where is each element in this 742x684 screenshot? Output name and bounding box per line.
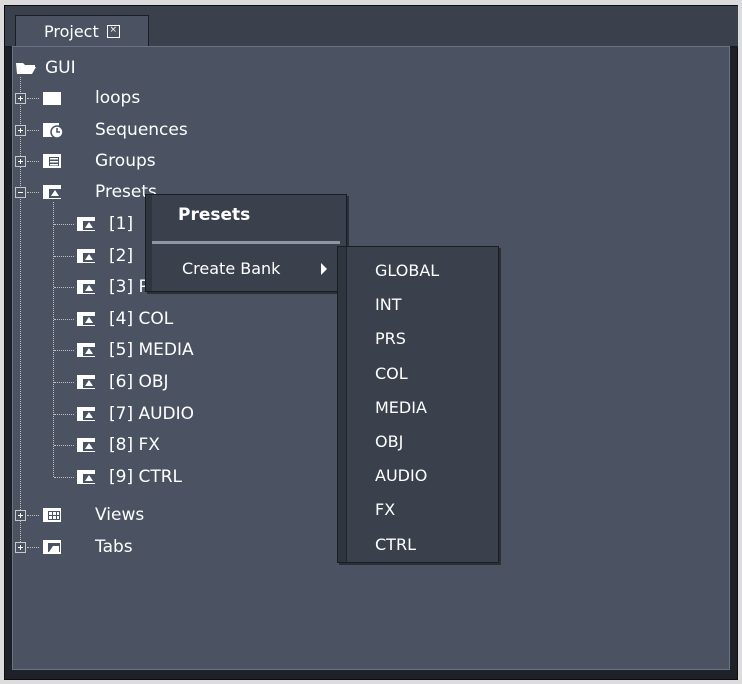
tree-guide [53,202,54,477]
tree-item-sequences[interactable]: Sequences [95,120,188,140]
tree-guide [54,477,74,478]
tab-project[interactable]: Project × [15,15,149,46]
folder-open-icon [16,63,36,74]
submenu-item-audio[interactable]: AUDIO [375,466,427,485]
tree-item-groups[interactable]: Groups [95,151,156,171]
tree-root-gui[interactable]: GUI [15,54,76,82]
tree-guide [54,287,74,288]
context-menu-title: Presets [178,205,251,225]
context-menu: Presets Create Bank [145,194,347,292]
tab-bar: Project × [5,6,738,48]
groups-folder-icon [43,154,61,168]
submenu-item-prs[interactable]: PRS [375,329,406,348]
submenu-item-media[interactable]: MEDIA [375,398,427,417]
preset-icon [77,343,95,357]
submenu-item-col[interactable]: COL [375,364,408,383]
preset-icon [77,249,95,263]
tree-item-preset[interactable]: [2] [109,246,133,266]
expand-sequences[interactable] [15,125,26,136]
preset-icon [77,470,95,484]
preset-icon [77,280,95,294]
tree-item-preset[interactable]: [9] CTRL [109,467,182,487]
expand-loops[interactable] [15,93,26,104]
tree-guide [54,350,74,351]
tree-guide [27,130,39,131]
folder-icon [43,92,61,105]
tree-guide [54,445,74,446]
submenu-item-fx[interactable]: FX [375,500,395,519]
submenu-item-int[interactable]: INT [375,295,401,314]
preset-icon [77,438,95,452]
tabs-folder-icon [43,540,61,554]
preset-icon [77,375,95,389]
tree-item-tabs[interactable]: Tabs [95,537,133,557]
tree-guide [20,77,21,544]
expand-groups[interactable] [15,156,26,167]
tree-guide [27,192,39,193]
preset-icon [77,217,95,231]
tree-item-preset[interactable]: [4] COL [109,309,173,329]
tree-item-preset[interactable]: [1] [109,214,133,234]
expand-tabs[interactable] [15,542,26,553]
tree-guide [27,161,39,162]
menu-separator [152,241,340,244]
create-bank-submenu: GLOBAL INT PRS COL MEDIA OBJ AUDIO FX CTRL [337,246,499,563]
tree-item-preset[interactable]: [8] FX [109,435,160,455]
collapse-presets[interactable] [15,187,26,198]
tab-project-label: Project [44,21,99,41]
sequence-folder-icon [43,123,64,139]
tree-guide [27,515,39,516]
submenu-item-obj[interactable]: OBJ [375,432,403,451]
tree-guide [54,414,74,415]
views-folder-icon [43,508,61,522]
close-icon[interactable]: × [106,24,120,38]
tree-item-preset[interactable]: [6] OBJ [109,372,169,392]
submenu-item-global[interactable]: GLOBAL [375,261,439,280]
tree-item-views[interactable]: Views [95,505,144,525]
expand-views[interactable] [15,510,26,521]
tree-guide [27,98,39,99]
tree-guide [54,224,74,225]
submenu-arrow-icon [321,263,327,275]
tree-guide [54,319,74,320]
tree-guide [54,256,74,257]
tree-item-preset[interactable]: [5] MEDIA [109,340,194,360]
tree-guide [27,547,39,548]
tree-item-preset[interactable]: [7] AUDIO [109,404,194,424]
preset-icon [77,312,95,326]
menu-gutter [338,247,347,562]
tree-guide [54,382,74,383]
menu-item-create-bank[interactable]: Create Bank [182,259,280,278]
preset-icon [77,407,95,421]
tree-item-loops[interactable]: loops [95,88,140,108]
submenu-item-ctrl[interactable]: CTRL [375,535,416,554]
tree-root-label: GUI [45,58,76,78]
presets-folder-icon [43,185,61,199]
